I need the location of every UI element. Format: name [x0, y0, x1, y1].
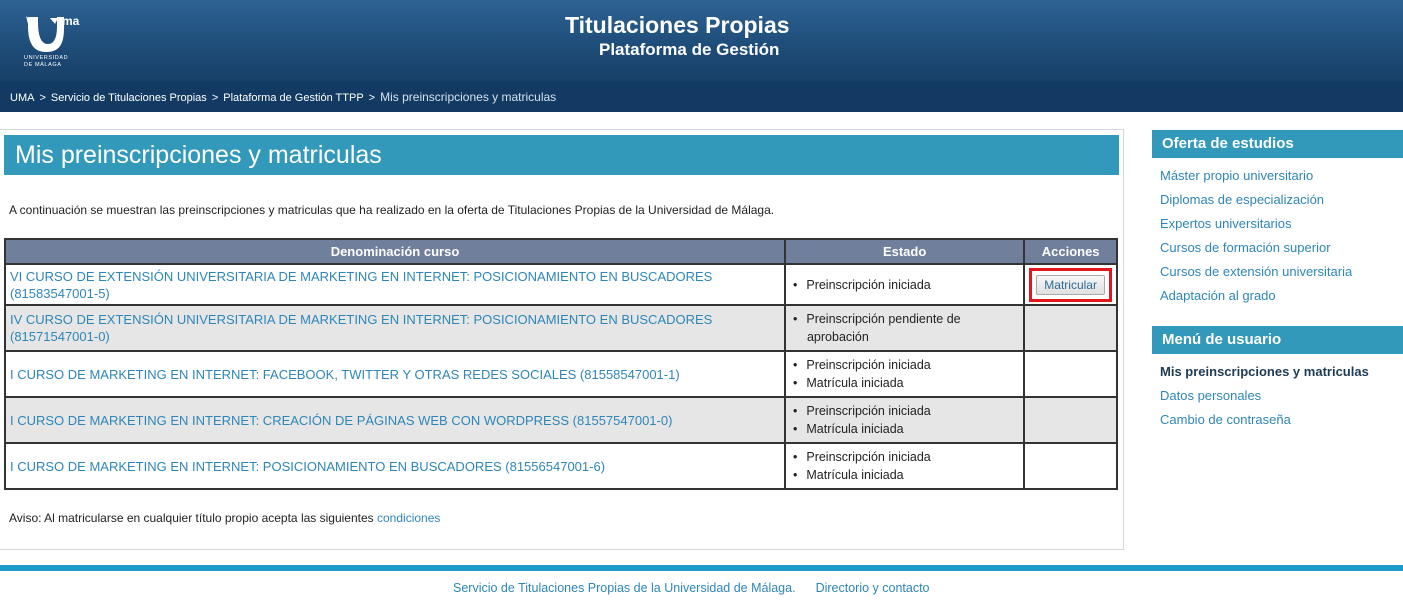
footer: Servicio de Titulaciones Propias de la U… — [453, 581, 930, 595]
sidebar-menu-title: Menú de usuario — [1152, 326, 1403, 354]
sidebar-item-master: Máster propio universitario — [1160, 168, 1314, 183]
column-header-denominacion: Denominación curso — [4, 238, 786, 265]
aviso-text: Aviso: Al matricularse en cualquier títu… — [9, 511, 374, 525]
site-header: ma UNIVERSIDAD DE MÁLAGA Titulaciones Pr… — [0, 0, 1403, 82]
footer-servicio-link[interactable]: Servicio de Titulaciones Propias de la U… — [453, 581, 796, 595]
status-item: Preinscripción iniciada — [793, 402, 1019, 420]
table-row: I CURSO DE MARKETING EN INTERNET: FACEBO… — [4, 350, 1118, 398]
course-link[interactable]: IV CURSO DE EXTENSIÓN UNIVERSITARIA DE M… — [10, 312, 712, 344]
footer-directorio-link[interactable]: Directorio y contacto — [816, 581, 930, 595]
table-row: IV CURSO DE EXTENSIÓN UNIVERSITARIA DE M… — [4, 304, 1118, 352]
site-title: Titulaciones Propias — [565, 12, 790, 38]
breadcrumb-uma[interactable]: UMA — [10, 92, 34, 104]
sidebar-item-adaptacion: Adaptación al grado — [1160, 288, 1276, 303]
sidebar-oferta-title: Oferta de estudios — [1152, 130, 1403, 158]
course-link[interactable]: I CURSO DE MARKETING EN INTERNET: FACEBO… — [10, 367, 680, 382]
sidebar-item-cambio-contrasena: Cambio de contraseña — [1160, 412, 1291, 427]
course-link[interactable]: VI CURSO DE EXTENSIÓN UNIVERSITARIA DE M… — [10, 269, 712, 301]
main-content: Mis preinscripciones y matriculas A cont… — [0, 129, 1124, 550]
sidebar-oferta: Oferta de estudios Máster propio univers… — [1152, 130, 1403, 308]
status-item: Matrícula iniciada — [793, 374, 1019, 392]
sidebar-item-diplomas: Diplomas de especialización — [1160, 192, 1325, 207]
column-header-estado: Estado — [783, 238, 1026, 265]
breadcrumb-current: Mis preinscripciones y matriculas — [380, 90, 557, 104]
footer-divider — [0, 565, 1403, 571]
sidebar-menu-usuario: Menú de usuario Mis preinscripciones y m… — [1152, 326, 1403, 432]
breadcrumb-bar: UMA > Servicio de Titulaciones Propias > Pla… — [0, 82, 1403, 112]
status-item: Preinscripción iniciada — [793, 276, 1019, 294]
status-item: Preinscripción iniciada — [793, 356, 1019, 374]
site-subtitle: Plataforma de Gestión — [599, 40, 780, 59]
table-row: I CURSO DE MARKETING EN INTERNET: CREACI… — [4, 396, 1118, 444]
course-link[interactable]: I CURSO DE MARKETING EN INTERNET: POSICI… — [10, 459, 605, 474]
breadcrumb-servicio[interactable]: Servicio de Titulaciones Propias — [51, 92, 207, 104]
logo-text: UNIVERSIDAD DE MÁLAGA — [24, 55, 69, 68]
sidebar-item-mis-preinscripciones: Mis preinscripciones y matriculas — [1160, 364, 1369, 379]
table-header-row: Denominación curso Estado Acciones — [4, 238, 1118, 265]
condiciones-link[interactable]: condiciones — [377, 511, 440, 525]
matricular-button[interactable]: Matricular — [1036, 274, 1105, 295]
aviso-notice: Aviso: Al matricularse en cualquier títu… — [9, 511, 440, 525]
column-header-acciones: Acciones — [1023, 238, 1118, 265]
intro-text: A continuación se muestran las preinscri… — [9, 203, 775, 217]
sidebar-item-datos-personales: Datos personales — [1160, 388, 1262, 403]
status-item: Matrícula iniciada — [793, 420, 1019, 438]
sidebar-item-formacion-superior: Cursos de formación superior — [1160, 240, 1331, 255]
matricular-highlight: Matricular — [1029, 267, 1112, 302]
logo-mark: ma — [62, 14, 80, 28]
status-item: Preinscripción iniciada — [793, 448, 1019, 466]
table-row: I CURSO DE MARKETING EN INTERNET: POSICI… — [4, 442, 1118, 490]
course-link[interactable]: I CURSO DE MARKETING EN INTERNET: CREACI… — [10, 413, 672, 428]
breadcrumb-plataforma[interactable]: Plataforma de Gestión TTPP — [223, 92, 363, 104]
sidebar-item-extension: Cursos de extensión universitaria — [1160, 264, 1353, 279]
breadcrumb: UMA > Servicio de Titulaciones Propias > Pla… — [10, 90, 557, 104]
sidebar-item-expertos: Expertos universitarios — [1160, 216, 1292, 231]
status-item: Preinscripción pendiente de aprobación — [793, 310, 1019, 346]
courses-table: Denominación curso Estado Acciones VI CU… — [4, 238, 1118, 490]
table-row: VI CURSO DE EXTENSIÓN UNIVERSITARIA DE M… — [4, 263, 1118, 306]
status-item: Matrícula iniciada — [793, 466, 1019, 484]
page-title: Mis preinscripciones y matriculas — [4, 135, 1119, 175]
